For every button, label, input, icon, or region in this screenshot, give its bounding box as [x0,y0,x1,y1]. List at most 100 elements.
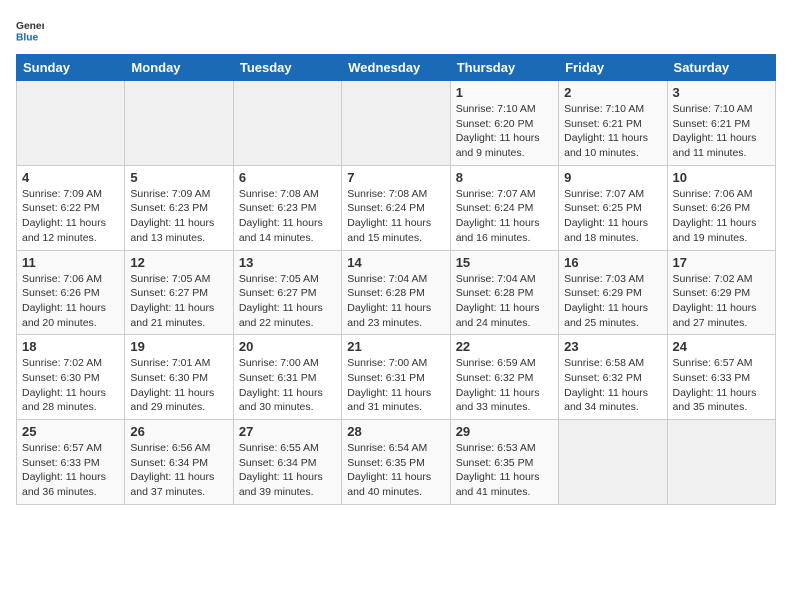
day-info: Sunrise: 6:55 AM Sunset: 6:34 PM Dayligh… [239,441,336,500]
weekday-header-wednesday: Wednesday [342,55,450,81]
calendar-cell: 26Sunrise: 6:56 AM Sunset: 6:34 PM Dayli… [125,420,233,505]
calendar-cell: 23 Sunrise: 6:58 AM Sunset: 6:32 PM Dayli… [559,335,667,420]
calendar-cell: 18 Sunrise: 7:02 AM Sunset: 6:30 PM Dayli… [17,335,125,420]
day-number: 23 [564,339,661,354]
header: General Blue [16,16,776,44]
calendar-cell: 20 Sunrise: 7:00 AM Sunset: 6:31 PM Dayli… [233,335,341,420]
day-info: Sunrise: 7:00 AM Sunset: 6:31 PM Dayligh… [239,356,336,415]
day-info: Sunrise: 7:07 AM Sunset: 6:25 PM Dayligh… [564,187,661,246]
day-info: Sunrise: 7:08 AM Sunset: 6:24 PM Dayligh… [347,187,444,246]
calendar-cell: 6Sunrise: 7:08 AM Sunset: 6:23 PM Daylig… [233,165,341,250]
day-info: Sunrise: 7:06 AM Sunset: 6:26 PM Dayligh… [22,272,119,331]
day-info: Sunrise: 7:05 AM Sunset: 6:27 PM Dayligh… [130,272,227,331]
week-row-2: 4 Sunrise: 7:09 AM Sunset: 6:22 PM Daylig… [17,165,776,250]
weekday-header-sunday: Sunday [17,55,125,81]
calendar-cell: 24 Sunrise: 6:57 AM Sunset: 6:33 PM Dayli… [667,335,775,420]
day-info: Sunrise: 6:57 AM Sunset: 6:33 PM Dayligh… [673,356,770,415]
day-info: Sunrise: 7:02 AM Sunset: 6:30 PM Dayligh… [22,356,119,415]
calendar-cell: 11 Sunrise: 7:06 AM Sunset: 6:26 PM Dayli… [17,250,125,335]
day-number: 20 [239,339,336,354]
calendar-cell: 5 Sunrise: 7:09 AM Sunset: 6:23 PM Daylig… [125,165,233,250]
day-number: 2 [564,85,661,100]
day-info: Sunrise: 7:04 AM Sunset: 6:28 PM Dayligh… [456,272,553,331]
day-number: 24 [673,339,770,354]
day-number: 22 [456,339,553,354]
day-info: Sunrise: 7:09 AM Sunset: 6:23 PM Dayligh… [130,187,227,246]
day-number: 25 [22,424,119,439]
day-info: Sunrise: 7:10 AM Sunset: 6:21 PM Dayligh… [564,102,661,161]
calendar-cell: 16 Sunrise: 7:03 AM Sunset: 6:29 PM Dayli… [559,250,667,335]
calendar-cell: 29 Sunrise: 6:53 AM Sunset: 6:35 PM Dayli… [450,420,558,505]
logo-icon: General Blue [16,16,44,44]
day-number: 11 [22,255,119,270]
calendar-cell: 1 Sunrise: 7:10 AM Sunset: 6:20 PM Daylig… [450,81,558,166]
day-number: 8 [456,170,553,185]
calendar-cell: 19 Sunrise: 7:01 AM Sunset: 6:30 PM Dayli… [125,335,233,420]
day-number: 4 [22,170,119,185]
weekday-header-tuesday: Tuesday [233,55,341,81]
day-number: 16 [564,255,661,270]
calendar-cell: 8 Sunrise: 7:07 AM Sunset: 6:24 PM Daylig… [450,165,558,250]
day-number: 26 [130,424,227,439]
day-number: 21 [347,339,444,354]
logo: General Blue [16,16,44,44]
day-info: Sunrise: 7:04 AM Sunset: 6:28 PM Dayligh… [347,272,444,331]
week-row-3: 11 Sunrise: 7:06 AM Sunset: 6:26 PM Dayli… [17,250,776,335]
svg-text:General: General [16,21,44,32]
calendar-cell: 4 Sunrise: 7:09 AM Sunset: 6:22 PM Daylig… [17,165,125,250]
calendar-cell [559,420,667,505]
calendar-cell: 2 Sunrise: 7:10 AM Sunset: 6:21 PM Daylig… [559,81,667,166]
calendar: SundayMondayTuesdayWednesdayThursdayFrid… [16,54,776,505]
day-info: Sunrise: 7:10 AM Sunset: 6:21 PM Dayligh… [673,102,770,161]
weekday-header-row: SundayMondayTuesdayWednesdayThursdayFrid… [17,55,776,81]
day-info: Sunrise: 7:07 AM Sunset: 6:24 PM Dayligh… [456,187,553,246]
week-row-4: 18 Sunrise: 7:02 AM Sunset: 6:30 PM Dayli… [17,335,776,420]
day-info: Sunrise: 6:59 AM Sunset: 6:32 PM Dayligh… [456,356,553,415]
day-number: 18 [22,339,119,354]
calendar-cell: 10Sunrise: 7:06 AM Sunset: 6:26 PM Dayli… [667,165,775,250]
day-number: 29 [456,424,553,439]
day-info: Sunrise: 7:00 AM Sunset: 6:31 PM Dayligh… [347,356,444,415]
weekday-header-saturday: Saturday [667,55,775,81]
day-number: 10 [673,170,770,185]
calendar-cell: 7 Sunrise: 7:08 AM Sunset: 6:24 PM Daylig… [342,165,450,250]
day-number: 19 [130,339,227,354]
calendar-cell: 25Sunrise: 6:57 AM Sunset: 6:33 PM Dayli… [17,420,125,505]
day-number: 9 [564,170,661,185]
day-info: Sunrise: 6:58 AM Sunset: 6:32 PM Dayligh… [564,356,661,415]
calendar-cell: 15Sunrise: 7:04 AM Sunset: 6:28 PM Dayli… [450,250,558,335]
day-number: 5 [130,170,227,185]
day-number: 13 [239,255,336,270]
week-row-5: 25Sunrise: 6:57 AM Sunset: 6:33 PM Dayli… [17,420,776,505]
day-info: Sunrise: 7:10 AM Sunset: 6:20 PM Dayligh… [456,102,553,161]
calendar-cell [342,81,450,166]
day-number: 1 [456,85,553,100]
calendar-cell: 12 Sunrise: 7:05 AM Sunset: 6:27 PM Dayli… [125,250,233,335]
day-info: Sunrise: 7:03 AM Sunset: 6:29 PM Dayligh… [564,272,661,331]
day-number: 17 [673,255,770,270]
day-number: 7 [347,170,444,185]
calendar-cell: 14Sunrise: 7:04 AM Sunset: 6:28 PM Dayli… [342,250,450,335]
day-info: Sunrise: 6:53 AM Sunset: 6:35 PM Dayligh… [456,441,553,500]
day-info: Sunrise: 7:01 AM Sunset: 6:30 PM Dayligh… [130,356,227,415]
calendar-cell [667,420,775,505]
week-row-1: 1 Sunrise: 7:10 AM Sunset: 6:20 PM Daylig… [17,81,776,166]
day-number: 6 [239,170,336,185]
calendar-cell [233,81,341,166]
calendar-cell [17,81,125,166]
weekday-header-monday: Monday [125,55,233,81]
day-number: 27 [239,424,336,439]
calendar-cell: 21 Sunrise: 7:00 AM Sunset: 6:31 PM Dayli… [342,335,450,420]
calendar-cell: 27 Sunrise: 6:55 AM Sunset: 6:34 PM Dayli… [233,420,341,505]
weekday-header-friday: Friday [559,55,667,81]
calendar-cell: 22 Sunrise: 6:59 AM Sunset: 6:32 PM Dayli… [450,335,558,420]
weekday-header-thursday: Thursday [450,55,558,81]
svg-text:Blue: Blue [16,32,39,43]
day-number: 3 [673,85,770,100]
day-number: 12 [130,255,227,270]
day-info: Sunrise: 7:09 AM Sunset: 6:22 PM Dayligh… [22,187,119,246]
calendar-cell: 28Sunrise: 6:54 AM Sunset: 6:35 PM Dayli… [342,420,450,505]
day-info: Sunrise: 7:02 AM Sunset: 6:29 PM Dayligh… [673,272,770,331]
day-info: Sunrise: 6:54 AM Sunset: 6:35 PM Dayligh… [347,441,444,500]
calendar-cell: 13Sunrise: 7:05 AM Sunset: 6:27 PM Dayli… [233,250,341,335]
